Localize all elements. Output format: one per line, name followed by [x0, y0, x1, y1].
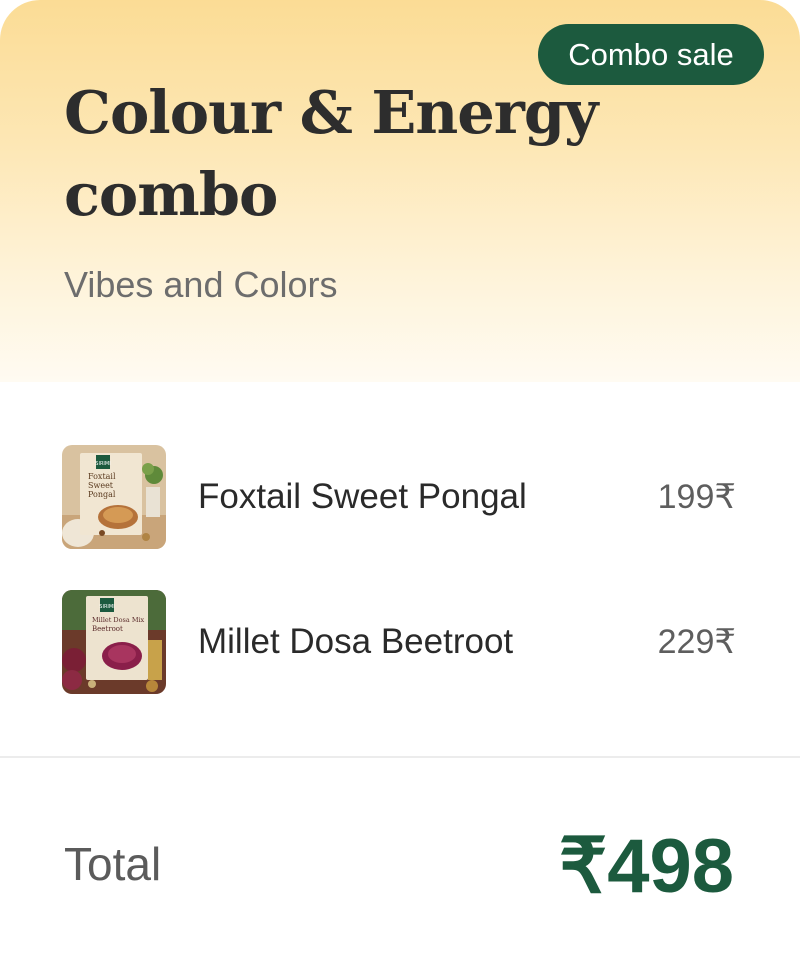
thumb-brand: SIRIMI: [99, 604, 114, 610]
thumb-brand: SIRIMI: [95, 461, 110, 467]
product-thumbnail[interactable]: SIRIMI Foxtail Sweet Pongal: [62, 445, 166, 549]
item-name: Millet Dosa Beetroot: [198, 622, 514, 661]
millet-dosa-beetroot-image: SIRIMI Millet Dosa Mix Beetroot: [62, 590, 166, 694]
total-label: Total: [64, 838, 162, 890]
combo-subtitle: Vibes and Colors: [64, 264, 338, 305]
list-item[interactable]: SIRIMI Millet Dosa Mix Beetroot Millet D…: [0, 590, 800, 694]
svg-text:Millet Dosa Mix: Millet Dosa Mix: [92, 616, 145, 624]
svg-text:Sweet: Sweet: [88, 481, 114, 490]
combo-card[interactable]: Combo sale Colour & Energy combo Vibes a…: [0, 0, 800, 976]
divider: [0, 756, 800, 758]
svg-text:Beetroot: Beetroot: [92, 625, 123, 633]
item-price: 199₹: [657, 478, 736, 516]
item-name: Foxtail Sweet Pongal: [198, 477, 527, 516]
product-thumbnail[interactable]: SIRIMI Millet Dosa Mix Beetroot: [62, 590, 166, 694]
item-price: 229₹: [657, 623, 736, 661]
combo-title: Colour & Energy combo: [64, 78, 598, 229]
list-item[interactable]: SIRIMI Foxtail Sweet Pongal Foxtail Swee…: [0, 445, 800, 549]
foxtail-pongal-image: SIRIMI Foxtail Sweet Pongal: [62, 445, 166, 549]
svg-text:Foxtail: Foxtail: [88, 472, 116, 481]
svg-text:Pongal: Pongal: [88, 490, 116, 499]
combo-header: Combo sale Colour & Energy combo Vibes a…: [0, 0, 800, 382]
total-price: ₹498: [558, 824, 734, 909]
